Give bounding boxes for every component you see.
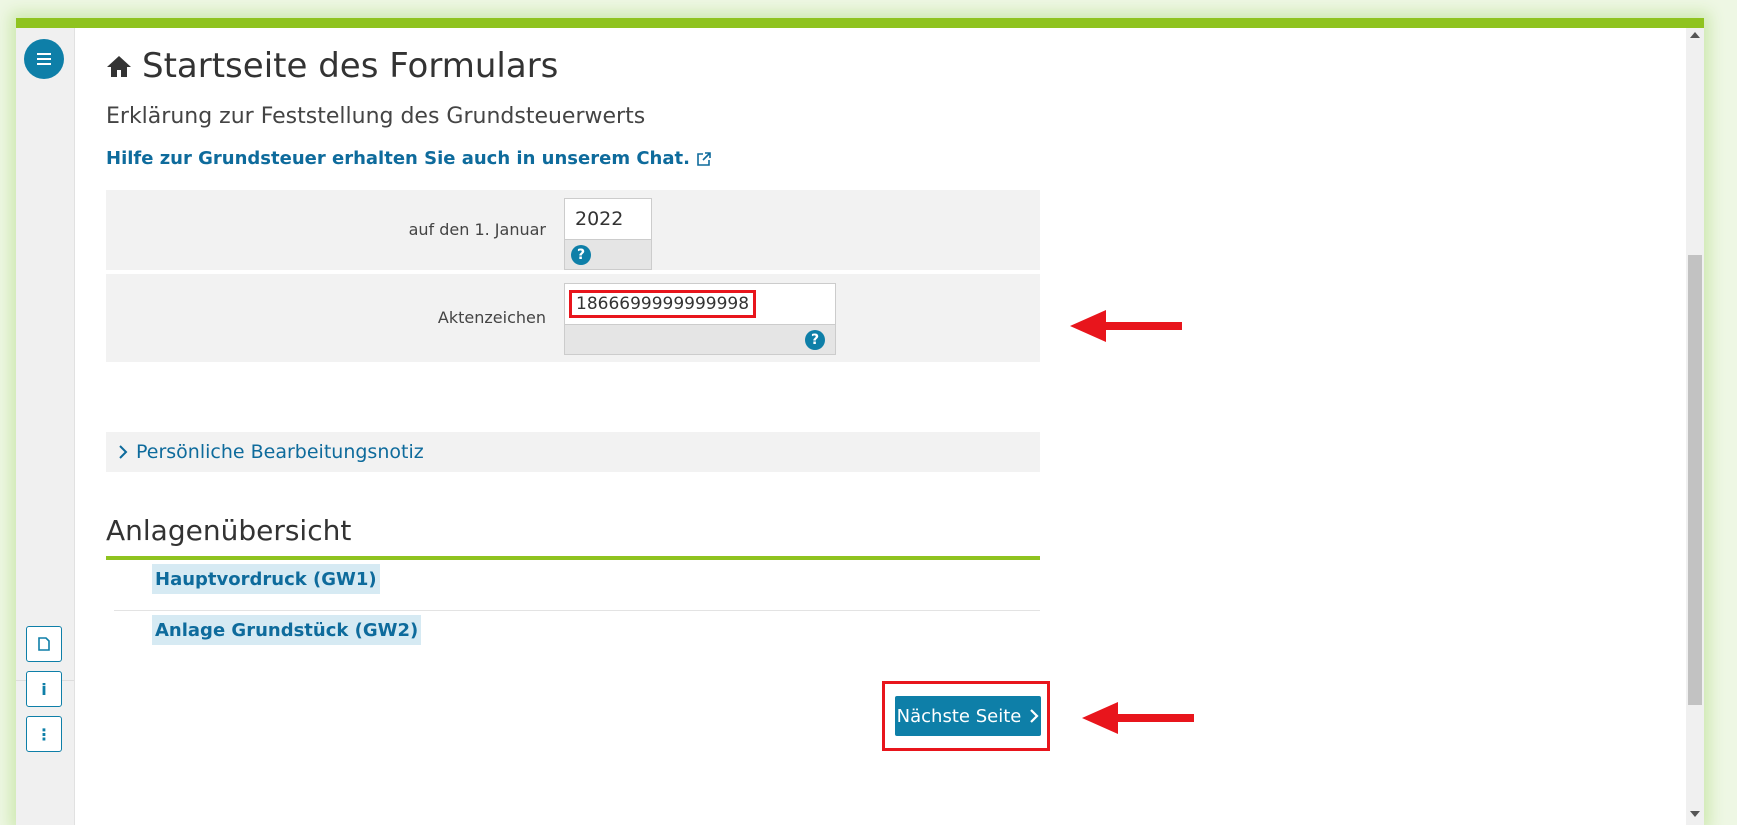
anlagen-divider <box>106 556 1040 560</box>
info-icon[interactable]: i <box>26 671 62 707</box>
aktenzeichen-value: 1866699999999998 <box>569 290 757 318</box>
list-divider <box>114 610 1040 611</box>
anlage-link-gw2[interactable]: Anlage Grundstück (GW2) <box>152 615 422 645</box>
page-title: Startseite des Formulars <box>106 46 558 86</box>
aktenzeichen-label: Aktenzeichen <box>437 308 546 327</box>
scrollbar[interactable] <box>1686 28 1704 825</box>
menu-icon[interactable] <box>24 39 64 79</box>
main-content: Startseite des Formulars Erklärung zur F… <box>106 28 1704 825</box>
anlagen-title: Anlagenübersicht <box>106 514 352 547</box>
chat-link[interactable]: Hilfe zur Grundsteuer erhalten Sie auch … <box>106 148 712 169</box>
scroll-up-icon[interactable] <box>1690 32 1700 38</box>
scroll-down-icon[interactable] <box>1690 811 1700 817</box>
sidebar: i ⋮ <box>16 28 75 825</box>
external-link-icon <box>697 151 711 166</box>
notiz-toggle[interactable]: Persönliche Bearbeitungsnotiz <box>106 432 1040 472</box>
annotation-highlight: Nächste Seite <box>882 681 1050 751</box>
date-field-box: 2022 ? <box>564 198 652 270</box>
chevron-right-icon <box>1030 709 1039 723</box>
annotation-arrow <box>1082 702 1194 734</box>
next-page-button[interactable]: Nächste Seite <box>895 696 1041 736</box>
help-icon[interactable]: ? <box>805 330 825 350</box>
scroll-thumb[interactable] <box>1688 255 1702 705</box>
date-row: auf den 1. Januar 2022 ? <box>106 190 1040 270</box>
annotation-arrow <box>1070 310 1182 342</box>
more-icon[interactable]: ⋮ <box>26 716 62 752</box>
date-input[interactable]: 2022 <box>565 199 651 240</box>
aktenzeichen-field-box: 1866699999999998 ? <box>564 283 836 355</box>
date-label: auf den 1. Januar <box>408 220 546 239</box>
home-icon <box>107 56 131 77</box>
document-icon[interactable] <box>26 626 62 662</box>
aktenzeichen-row: Aktenzeichen 1866699999999998 ? <box>106 274 1040 362</box>
help-icon[interactable]: ? <box>571 245 591 265</box>
anlage-link-gw1[interactable]: Hauptvordruck (GW1) <box>152 564 380 594</box>
aktenzeichen-field[interactable]: 1866699999999998 <box>565 284 835 325</box>
page-subtitle: Erklärung zur Feststellung des Grundsteu… <box>106 104 646 129</box>
app-frame: i ⋮ Startseite des Formulars Erklärung z… <box>16 18 1704 825</box>
chevron-right-icon <box>119 445 128 459</box>
